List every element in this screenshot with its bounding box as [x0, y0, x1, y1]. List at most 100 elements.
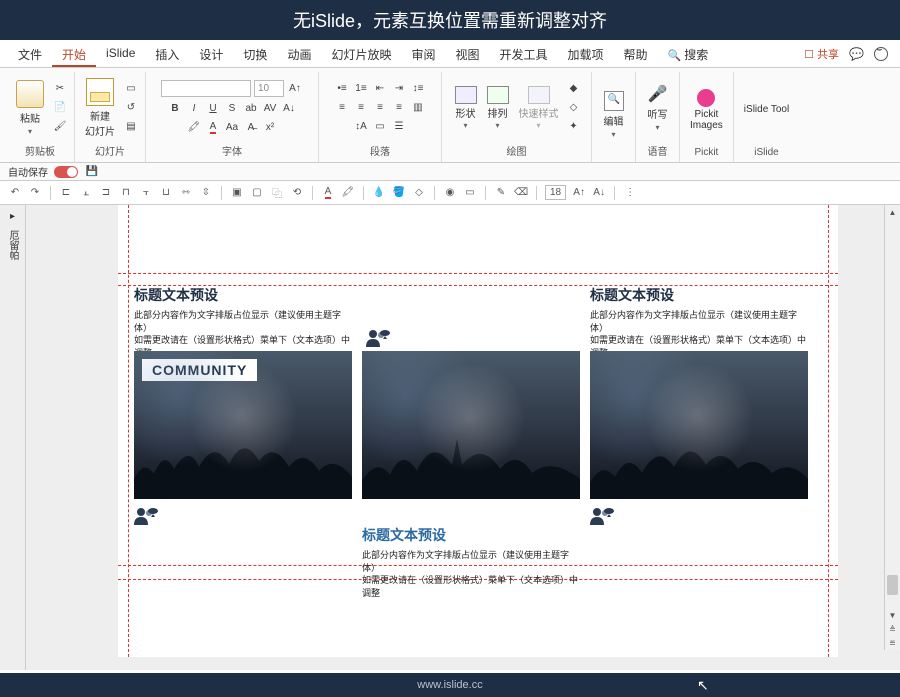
- shape-outline-icon[interactable]: ◇: [566, 100, 582, 116]
- quickstyles-button[interactable]: 快速样式▾: [516, 84, 562, 132]
- align-center-h-qat[interactable]: ⫠: [79, 186, 93, 200]
- font-color-qat[interactable]: A: [321, 186, 335, 200]
- bullets-icon[interactable]: •≡: [334, 81, 350, 97]
- slide-canvas[interactable]: 标题文本预设 此部分内容作为文字排版占位显示（建议使用主题字体） 如需更改请在（…: [118, 205, 838, 657]
- font-size-select[interactable]: 10: [254, 80, 284, 97]
- align-center-icon[interactable]: ≡: [353, 100, 369, 116]
- shapes-button[interactable]: 形状▾: [452, 84, 480, 132]
- bold-icon[interactable]: B: [167, 100, 183, 116]
- card-1[interactable]: 标题文本预设 此部分内容作为文字排版占位显示（建议使用主题字体） 如需更改请在（…: [134, 285, 352, 359]
- redo-icon[interactable]: ↷: [28, 186, 42, 200]
- strike-icon[interactable]: S: [224, 100, 240, 116]
- align-right-qat[interactable]: ⊐: [99, 186, 113, 200]
- paste-button[interactable]: 粘贴▾: [12, 78, 48, 138]
- tab-view[interactable]: 视图: [445, 40, 489, 67]
- text-box-qat[interactable]: ▭: [463, 186, 477, 200]
- underline-icon[interactable]: U: [205, 100, 221, 116]
- scrollbar-thumb[interactable]: [887, 575, 898, 595]
- highlight-qat[interactable]: 🖍: [341, 186, 355, 200]
- vertical-scrollbar[interactable]: ▲ ▼ ≜ ≝: [884, 205, 900, 650]
- cut-icon[interactable]: ✂: [52, 81, 68, 97]
- canvas-area[interactable]: 标题文本预设 此部分内容作为文字排版占位显示（建议使用主题字体） 如需更改请在（…: [26, 205, 900, 670]
- align-text-icon[interactable]: ▭: [372, 119, 388, 135]
- tab-help[interactable]: 帮助: [614, 40, 658, 67]
- search-box[interactable]: 搜索: [658, 40, 719, 67]
- align-right-icon[interactable]: ≡: [372, 100, 388, 116]
- align-top-qat[interactable]: ⊓: [119, 186, 133, 200]
- tab-home[interactable]: 开始: [52, 40, 96, 67]
- align-bottom-qat[interactable]: ⊔: [159, 186, 173, 200]
- font-increase-qat[interactable]: A↑: [572, 186, 586, 200]
- tab-addins[interactable]: 加载项: [558, 40, 614, 67]
- outline-qat[interactable]: ◇: [412, 186, 426, 200]
- prev-slide-arrow[interactable]: ≜: [885, 622, 900, 636]
- save-icon[interactable]: 💾: [84, 164, 100, 180]
- card-3[interactable]: 标题文本预设 此部分内容作为文字排版占位显示（建议使用主题字体） 如需更改请在（…: [590, 285, 808, 359]
- tab-animations[interactable]: 动画: [277, 40, 321, 67]
- next-slide-arrow[interactable]: ≝: [885, 636, 900, 650]
- case-icon[interactable]: Aa: [224, 119, 240, 135]
- layout-icon[interactable]: ▭: [123, 81, 139, 97]
- card-2[interactable]: 标题文本预设 此部分内容作为文字排版占位显示（建议使用主题字体） 如需更改请在（…: [362, 525, 580, 599]
- indent-dec-icon[interactable]: ⇤: [372, 81, 388, 97]
- more-qat[interactable]: ⋮: [623, 186, 637, 200]
- numbering-icon[interactable]: 1≡: [353, 81, 369, 97]
- decrease-font-icon[interactable]: A↓: [281, 100, 297, 116]
- increase-font-icon[interactable]: A↑: [287, 81, 303, 97]
- reset-icon[interactable]: ↺: [123, 100, 139, 116]
- text-direction-icon[interactable]: ↕A: [353, 119, 369, 135]
- smartart-icon[interactable]: ☰: [391, 119, 407, 135]
- align-middle-qat[interactable]: ⫟: [139, 186, 153, 200]
- columns-icon[interactable]: ▥: [410, 100, 426, 116]
- tab-devtools[interactable]: 开发工具: [490, 40, 558, 67]
- merge-shapes-qat[interactable]: ◉: [443, 186, 457, 200]
- fontsize-qat[interactable]: 18: [545, 185, 566, 200]
- send-back-qat[interactable]: ▢: [250, 186, 264, 200]
- edit-button[interactable]: 编辑▾: [600, 89, 628, 141]
- dictate-button[interactable]: 🎤 听写▾: [644, 82, 672, 134]
- align-left-qat[interactable]: ⊏: [59, 186, 73, 200]
- font-decrease-qat[interactable]: A↓: [592, 186, 606, 200]
- expand-arrow-icon[interactable]: ▸: [10, 211, 15, 222]
- tab-design[interactable]: 设计: [189, 40, 233, 67]
- spacing-icon[interactable]: AV: [262, 100, 278, 116]
- italic-icon[interactable]: I: [186, 100, 202, 116]
- islide-tool-button[interactable]: iSlide Tool: [740, 102, 793, 117]
- arrange-button[interactable]: 排列▾: [484, 84, 512, 132]
- bring-front-qat[interactable]: ▣: [230, 186, 244, 200]
- undo-icon[interactable]: ↶: [8, 186, 22, 200]
- card-2-image[interactable]: [362, 351, 580, 499]
- justify-icon[interactable]: ≡: [391, 100, 407, 116]
- super-sub-icon[interactable]: x²: [262, 119, 278, 135]
- card-1-image[interactable]: COMMUNITY: [134, 351, 352, 499]
- eraser-qat[interactable]: ⌫: [514, 186, 528, 200]
- align-left-icon[interactable]: ≡: [334, 100, 350, 116]
- copy-icon[interactable]: 📄: [52, 100, 68, 116]
- tab-transitions[interactable]: 切换: [233, 40, 277, 67]
- share-button[interactable]: ☐ 共享: [804, 46, 839, 62]
- scroll-up-arrow[interactable]: ▲: [885, 205, 900, 219]
- highlight-icon[interactable]: 🖍: [186, 119, 202, 135]
- font-color-icon[interactable]: A: [205, 119, 221, 135]
- tab-file[interactable]: 文件: [8, 40, 52, 67]
- slide-panel-collapsed[interactable]: ▸ 厄留帕: [0, 205, 26, 670]
- format-painter-icon[interactable]: 🖌: [52, 119, 68, 135]
- group-qat[interactable]: ⿻: [270, 186, 284, 200]
- shape-effects-icon[interactable]: ✦: [566, 119, 582, 135]
- tab-slideshow[interactable]: 幻灯片放映: [321, 40, 401, 67]
- indent-inc-icon[interactable]: ⇥: [391, 81, 407, 97]
- tab-insert[interactable]: 插入: [145, 40, 189, 67]
- scroll-down-arrow[interactable]: ▼: [885, 608, 900, 622]
- card-3-image[interactable]: [590, 351, 808, 499]
- eyedropper-qat[interactable]: 💧: [372, 186, 386, 200]
- distribute-h-qat[interactable]: ⇿: [179, 186, 193, 200]
- shape-fill-icon[interactable]: ◆: [566, 81, 582, 97]
- eyedropper2-qat[interactable]: ✎: [494, 186, 508, 200]
- clear-format-icon[interactable]: A̶: [243, 119, 259, 135]
- section-icon[interactable]: ▤: [123, 119, 139, 135]
- line-spacing-icon[interactable]: ↕≡: [410, 81, 426, 97]
- rotate-qat[interactable]: ⟲: [290, 186, 304, 200]
- pickit-button[interactable]: Pickit Images: [686, 87, 727, 133]
- tab-review[interactable]: 审阅: [401, 40, 445, 67]
- feedback-icon[interactable]: [874, 47, 888, 61]
